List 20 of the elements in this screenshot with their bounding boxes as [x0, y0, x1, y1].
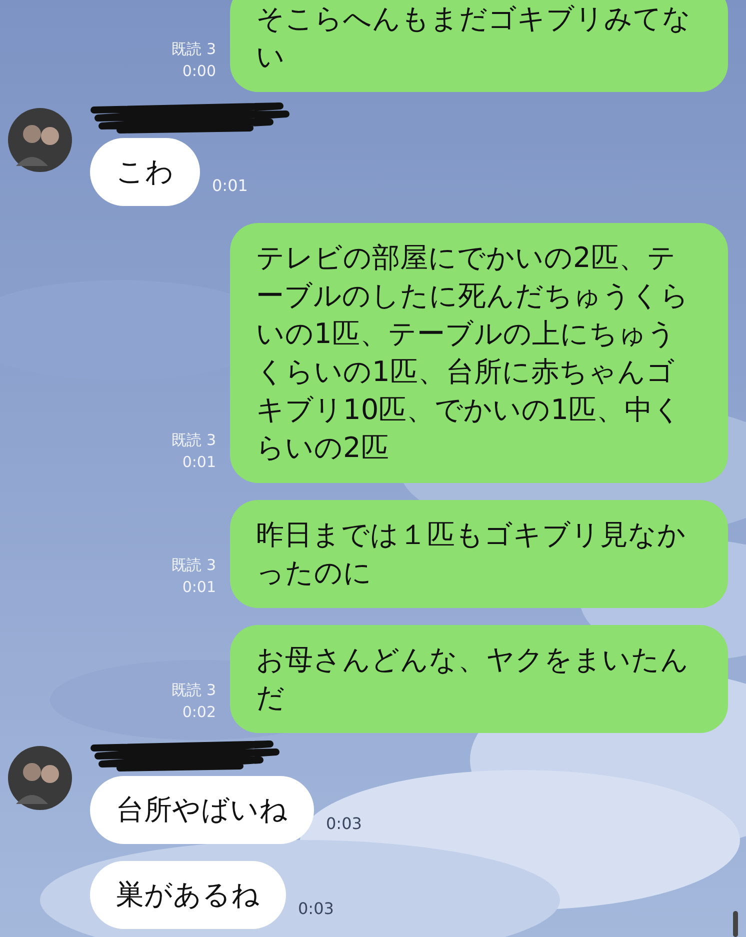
avatar[interactable]: [8, 108, 72, 172]
message-bubble: お母さんどんな、ヤクをまいたんだ: [230, 625, 728, 733]
message-time: 0:01: [182, 452, 216, 473]
message-time: 0:03: [326, 813, 362, 835]
read-receipt: 既読 3: [172, 555, 216, 576]
message-bubble: 巣があるね: [90, 861, 286, 929]
scrollbar[interactable]: [733, 911, 738, 937]
message-time: 0:00: [182, 61, 216, 82]
message-time: 0:01: [182, 577, 216, 598]
message-bubble: テレビの部屋にでかいの2匹、テーブルのしたに死んだちゅうくらいの1匹、テーブルの上にちゅうくらいの1匹、台所に赤ちゃんゴキブリ10匹、でかいの1匹、中くらいの2匹: [230, 223, 728, 483]
message-time: 0:03: [298, 898, 334, 920]
message-bubble: 台所やばいね: [90, 776, 314, 844]
avatar[interactable]: [8, 746, 72, 810]
message-bubble: そこらへんもまだゴキブリみてない: [230, 0, 728, 92]
read-receipt: 既読 3: [172, 680, 216, 701]
message-bubble: 昨日までは１匹もゴキブリ見なかったのに: [230, 500, 728, 608]
message-time: 0:01: [212, 175, 248, 197]
message-time: 0:02: [182, 702, 216, 723]
read-receipt: 既読 3: [172, 39, 216, 60]
read-receipt: 既読 3: [172, 430, 216, 451]
